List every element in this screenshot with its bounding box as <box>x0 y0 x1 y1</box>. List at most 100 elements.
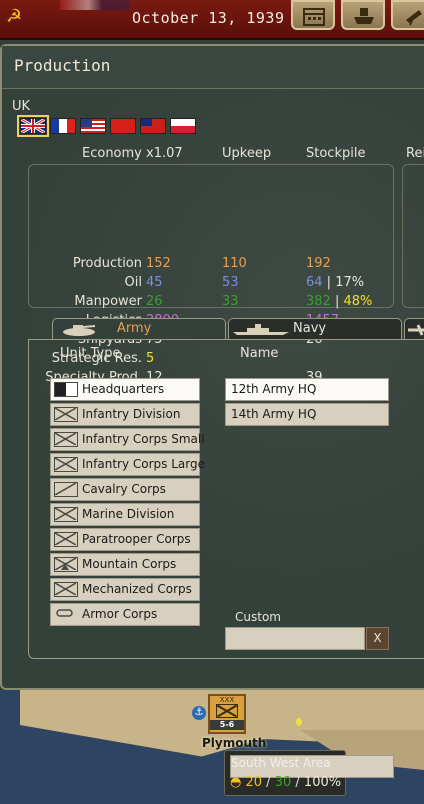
top-bar: ☭ October 13, 1939 <box>0 0 424 40</box>
clear-custom-button[interactable]: X <box>366 627 389 650</box>
unit-type-label: Cavalry Corps <box>82 482 166 496</box>
unit-type-item[interactable]: Paratrooper Corps <box>50 528 200 551</box>
tank-icon <box>63 325 96 336</box>
plane-icon <box>408 324 424 336</box>
unit-type-item[interactable]: Armor Corps <box>50 603 200 626</box>
custom-label: Custom <box>235 610 281 624</box>
cavalry-icon <box>54 482 78 497</box>
nation-name: UK <box>12 99 31 114</box>
unit-type-label: Armor Corps <box>82 607 158 621</box>
unit-type-item[interactable]: Mountain Corps <box>50 553 200 576</box>
city-name: Plymouth <box>202 736 267 750</box>
calendar-button[interactable] <box>291 0 335 30</box>
unit-type-label: Infantry Division <box>82 407 181 421</box>
upkeep-header: Upkeep <box>222 146 272 161</box>
panel-title-bar: Production <box>2 46 424 89</box>
battleship-icon <box>233 324 289 335</box>
unit-type-label: Paratrooper Corps <box>82 532 191 546</box>
armor-icon <box>54 607 78 622</box>
upkeep-value: 53 <box>222 275 239 290</box>
stockpile-amount: 64 <box>306 275 323 290</box>
unit-type-label: Marine Division <box>82 507 175 521</box>
area-values: ◓ 20 / 30 / 100% <box>230 775 341 790</box>
economy-value: 26 <box>146 294 163 309</box>
hq-icon <box>54 382 78 397</box>
unit-type-label: Mechanized Corps <box>82 582 192 596</box>
area-value-3: 100% <box>303 775 342 790</box>
infantry-symbol-icon <box>216 704 238 718</box>
mechanized-icon <box>54 582 78 597</box>
stockpile-value: 64 | 17% <box>306 275 364 290</box>
telescope-icon <box>406 10 422 26</box>
upkeep-value: 33 <box>222 294 239 309</box>
custom-name-input[interactable] <box>225 627 365 650</box>
unit-type-item[interactable]: Infantry Division <box>50 403 200 426</box>
area-value-2: 30 <box>274 775 292 790</box>
poland-flag-icon[interactable] <box>170 118 196 134</box>
naval-button[interactable] <box>341 0 385 30</box>
unit-type-item[interactable]: Cavalry Corps <box>50 478 200 501</box>
unit-name-item[interactable]: 12th Army HQ <box>225 378 389 401</box>
panel-title: Production <box>14 56 111 75</box>
stockpile-amount: 382 <box>306 294 331 309</box>
unit-name-item[interactable]: 14th Army HQ <box>225 403 389 426</box>
france-flag-icon[interactable] <box>50 118 76 134</box>
unit-type-label: Infantry Corps Large <box>82 457 205 471</box>
area-value-1: 20 <box>245 775 263 790</box>
port-anchor-icon: ⚓ <box>192 706 206 720</box>
usa-flag-icon[interactable] <box>80 118 106 134</box>
economy-row-label: Production <box>72 256 142 271</box>
unit-counter[interactable]: XXX 5-6 <box>208 694 246 734</box>
reinforce-frame <box>402 164 424 308</box>
stockpile-percent: 17% <box>335 275 365 290</box>
tab-army[interactable]: Army <box>52 318 226 340</box>
ship-icon <box>354 8 374 24</box>
separator: | <box>330 294 344 309</box>
current-date: October 13, 1939 <box>132 9 285 27</box>
infantry-icon <box>54 432 78 447</box>
research-button[interactable] <box>391 0 424 30</box>
tab-navy-label: Navy <box>293 321 327 336</box>
tab-air[interactable] <box>404 318 424 340</box>
infantry-icon <box>54 407 78 422</box>
paratrooper-icon <box>54 532 78 547</box>
unit-type-label: Mountain Corps <box>82 557 177 571</box>
stockpile-value: 382 | 48% <box>306 294 372 309</box>
uk-flag-icon[interactable] <box>17 115 49 137</box>
unit-type-item[interactable]: Infantry Corps Small <box>50 428 205 451</box>
economy-header: Economy x1.07 <box>82 146 183 161</box>
unit-strength: 5-6 <box>210 720 244 730</box>
economy-value: 45 <box>146 275 163 290</box>
economy-row: Oil 45 53 64 | 17% <box>2 275 392 294</box>
marine-icon <box>54 507 78 522</box>
economy-value: 152 <box>146 256 171 271</box>
reinforce-header: Rei <box>406 146 424 161</box>
unit-name-label: 14th Army HQ <box>231 407 317 421</box>
unit-type-item[interactable]: Infantry Corps Large <box>50 453 205 476</box>
unit-type-item[interactable]: Headquarters <box>50 378 200 401</box>
tab-navy[interactable]: Navy <box>228 318 402 340</box>
china-flag-icon[interactable] <box>110 118 136 134</box>
unit-name-label: 12th Army HQ <box>231 382 317 396</box>
economy-row-label: Manpower <box>74 294 142 309</box>
unit-type-label: Headquarters <box>82 382 165 396</box>
stockpile-percent: 48% <box>343 294 373 309</box>
economy-row-label: Oil <box>124 275 142 290</box>
stockpile-value: 192 <box>306 256 331 271</box>
nation-banner <box>60 0 130 10</box>
canada-red-ensign-flag-icon[interactable] <box>140 118 166 134</box>
unit-size-label: XXX <box>219 696 235 704</box>
unit-type-item[interactable]: Marine Division <box>50 503 200 526</box>
resource-marker <box>296 718 302 726</box>
unit-type-item[interactable]: Mechanized Corps <box>50 578 200 601</box>
helmet-icon: ◓ <box>230 775 242 790</box>
tab-army-label: Army <box>117 321 152 336</box>
separator: / <box>295 775 300 790</box>
unit-type-label: Infantry Corps Small <box>82 432 205 446</box>
name-header: Name <box>240 346 279 361</box>
hammer-sickle-icon: ☭ <box>6 6 23 27</box>
infantry-icon <box>54 457 78 472</box>
area-tooltip: South West Area ◓ 20 / 30 / 100% <box>224 750 394 796</box>
separator: / <box>266 775 271 790</box>
stockpile-amount: 192 <box>306 256 331 271</box>
